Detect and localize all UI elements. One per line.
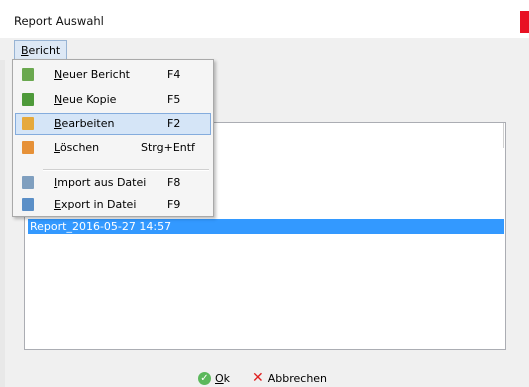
check-icon: ✓ xyxy=(198,371,211,385)
list-scrollbar-edge xyxy=(503,123,504,148)
menu-separator-highlight xyxy=(43,170,209,171)
label-rest: k xyxy=(223,371,231,385)
ok-button-label: Ok xyxy=(215,372,230,385)
menu-item-label: Export in Datei xyxy=(54,198,136,211)
menu-item-import[interactable]: Import aus Datei F8 xyxy=(15,172,211,194)
copy-icon xyxy=(22,93,34,106)
close-button[interactable] xyxy=(520,11,529,33)
report-list-item[interactable]: Report_2016-05-27 14:57 xyxy=(28,219,504,234)
mnemonic: N xyxy=(54,68,63,81)
menu-item-loeschen[interactable]: Löschen Strg+Entf xyxy=(15,137,211,159)
label-rest: earbeiten xyxy=(61,117,115,130)
shortcut-label: F4 xyxy=(167,68,181,81)
window-left-edge xyxy=(0,60,5,387)
mnemonic: O xyxy=(215,371,224,385)
label-rest: eue Kopie xyxy=(62,93,117,106)
edit-icon xyxy=(22,117,34,130)
menu-bar xyxy=(0,38,529,60)
cross-icon: ✕ xyxy=(252,369,264,386)
menu-item-label: Bearbeiten xyxy=(54,117,114,130)
title-bar: Report Auswahl xyxy=(0,0,529,38)
menu-item-export[interactable]: Export in Datei F9 xyxy=(15,194,211,216)
label-rest: euer Bericht xyxy=(62,68,130,81)
menu-item-label: Neue Kopie xyxy=(54,93,116,106)
menu-item-label: Neuer Bericht xyxy=(54,68,130,81)
menu-item-neue-kopie[interactable]: Neue Kopie F5 xyxy=(15,89,211,111)
label-rest: öschen xyxy=(59,141,100,154)
shortcut-label: F5 xyxy=(167,93,181,106)
menu-item-neuer-bericht[interactable]: Neuer Bericht F4 xyxy=(15,64,211,86)
shortcut-label: Strg+Entf xyxy=(141,141,195,154)
export-icon xyxy=(22,198,34,211)
shortcut-label: F8 xyxy=(167,176,181,189)
bericht-dropdown-menu: Neuer Bericht F4 Neue Kopie F5 Bearbeite… xyxy=(12,59,214,217)
menu-item-label: Import aus Datei xyxy=(54,176,146,189)
new-report-icon xyxy=(22,68,34,81)
import-icon xyxy=(22,176,34,189)
cancel-button[interactable]: ✕ Abbrechen xyxy=(252,370,327,386)
mnemonic: B xyxy=(54,117,62,130)
menu-item-label: Löschen xyxy=(54,141,99,154)
shortcut-label: F2 xyxy=(167,117,181,130)
menu-bericht[interactable]: Bericht xyxy=(14,40,68,60)
mnemonic: E xyxy=(54,198,61,211)
report-list-item-label: Report_2016-05-27 14:57 xyxy=(30,220,172,233)
menu-bericht-mnemonic: B xyxy=(21,44,29,57)
window-title: Report Auswahl xyxy=(14,14,104,28)
cancel-button-label: Abbrechen xyxy=(267,371,328,385)
mnemonic: N xyxy=(54,93,63,106)
menu-item-bearbeiten[interactable]: Bearbeiten F2 xyxy=(15,113,211,135)
label-rest: mport aus Datei xyxy=(57,176,147,189)
delete-icon xyxy=(22,141,34,154)
menu-bericht-label: ericht xyxy=(28,44,61,57)
shortcut-label: F9 xyxy=(167,198,181,211)
ok-button[interactable]: ✓ Ok xyxy=(198,370,230,386)
label-rest: xport in Datei xyxy=(60,198,137,211)
